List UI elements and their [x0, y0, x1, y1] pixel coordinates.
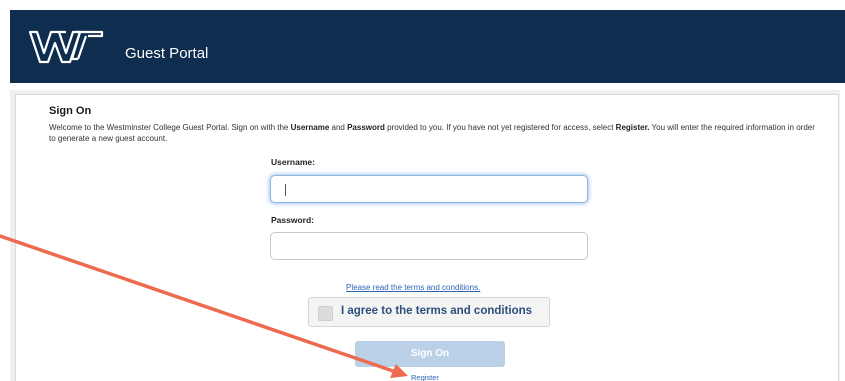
welcome-part2: and — [329, 123, 348, 132]
welcome-text: Welcome to the Westminster College Guest… — [49, 122, 819, 144]
welcome-part1: Welcome to the Westminster College Guest… — [49, 123, 291, 132]
text-caret — [285, 184, 286, 196]
signon-panel: Sign On Welcome to the Westminster Colle… — [15, 94, 839, 381]
welcome-username-word: Username — [290, 123, 330, 132]
signon-button[interactable]: Sign On — [355, 341, 505, 367]
guest-portal-page: Guest Portal Sign On Welcome to the West… — [0, 0, 845, 381]
username-label: Username: — [271, 157, 315, 167]
agree-label[interactable]: I agree to the terms and conditions — [341, 305, 532, 317]
welcome-part3: provided to you. If you have not yet reg… — [384, 123, 616, 132]
terms-link[interactable]: Please read the terms and conditions. — [346, 283, 480, 292]
welcome-password-word: Password — [347, 123, 385, 132]
register-link[interactable]: Register — [411, 373, 439, 381]
content-area: Sign On Welcome to the Westminster Colle… — [10, 90, 840, 381]
agree-terms-checkbox-row[interactable]: I agree to the terms and conditions — [308, 297, 550, 327]
header-bar: Guest Portal — [10, 10, 845, 83]
agree-checkbox[interactable] — [318, 306, 333, 321]
password-label: Password: — [271, 215, 314, 225]
westminster-w-logo-icon — [28, 30, 104, 64]
header-title: Guest Portal — [125, 45, 209, 62]
signon-heading: Sign On — [49, 105, 92, 117]
password-input[interactable] — [270, 232, 588, 260]
username-input[interactable] — [270, 175, 588, 203]
welcome-register-word: Register. — [615, 123, 650, 132]
